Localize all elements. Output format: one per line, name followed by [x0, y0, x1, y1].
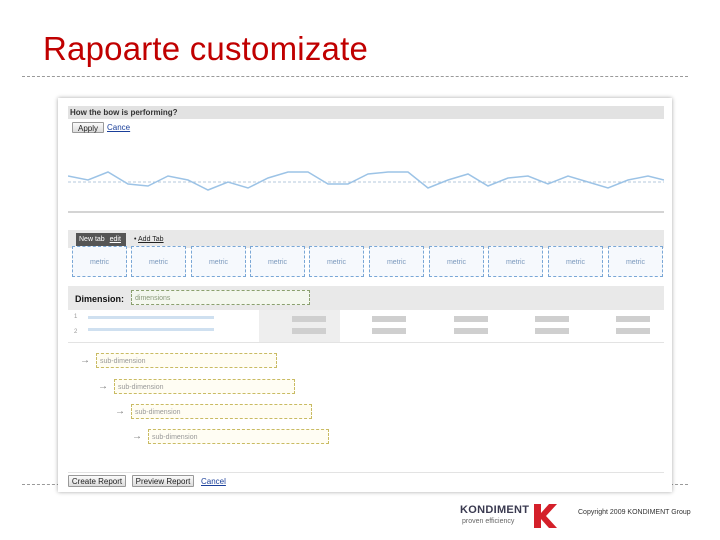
arrow-right-icon: → — [98, 381, 108, 392]
table-cell-placeholder — [616, 328, 650, 334]
table-cell-placeholder — [454, 316, 488, 322]
metric-drop-zone[interactable]: metric — [72, 246, 127, 277]
arrow-right-icon: → — [132, 431, 142, 442]
data-table: 1 2 — [68, 310, 664, 343]
arrow-right-icon: → — [115, 406, 125, 417]
tab-new-tab[interactable]: New tab edit — [76, 233, 126, 247]
table-cell-placeholder — [372, 328, 406, 334]
arrow-right-icon: → — [80, 355, 90, 366]
create-report-button[interactable]: Create Report — [68, 475, 126, 487]
report-question: How the bow is performing? — [68, 106, 664, 119]
preview-report-button[interactable]: Preview Report — [132, 475, 194, 487]
title-divider — [22, 76, 688, 77]
kondiment-k-icon — [534, 504, 557, 528]
table-cell-placeholder — [372, 316, 406, 322]
logo-tagline: proven efficiency — [462, 518, 515, 525]
table-cell-placeholder — [616, 316, 650, 322]
cancel-link-top[interactable]: Cance — [107, 122, 130, 133]
table-cell-placeholder — [454, 328, 488, 334]
add-tab-label: Add Tab — [138, 236, 164, 243]
add-tab-link[interactable]: • Add Tab — [134, 233, 164, 247]
apply-button[interactable]: Apply — [72, 122, 104, 133]
table-cell-placeholder — [535, 316, 569, 322]
sparkline-series — [68, 171, 664, 191]
sub-dimension-drop-zone[interactable]: sub-dimension — [96, 353, 277, 368]
metric-drop-zone[interactable]: metric — [131, 246, 186, 277]
tab-new-tab-label: New tab — [79, 236, 105, 243]
highlight-column — [259, 310, 340, 342]
tab-edit-link[interactable]: edit — [110, 236, 121, 243]
copyright-text: Copyright 2009 KONDIMENT Group — [578, 509, 691, 516]
row-number-2: 2 — [74, 329, 78, 335]
slide-title: Rapoarte customizate — [43, 30, 368, 67]
metric-drop-zone[interactable]: metric — [309, 246, 364, 277]
sub-dimension-drop-zone[interactable]: sub-dimension — [131, 404, 312, 419]
metric-drop-zone[interactable]: metric — [608, 246, 663, 277]
row-2-bar — [88, 328, 214, 331]
sparkline-chart — [68, 171, 664, 213]
dimension-drop-zone[interactable]: dimensions — [131, 290, 310, 305]
metric-drop-zone[interactable]: metric — [191, 246, 246, 277]
metric-drop-zone[interactable]: metric — [369, 246, 424, 277]
metric-drop-zone[interactable]: metric — [548, 246, 603, 277]
kondiment-logo: KONDIMENT proven efficiency — [460, 502, 560, 530]
dimension-label: Dimension: — [75, 294, 125, 304]
logo-wordmark: KONDIMENT — [460, 504, 530, 516]
table-cell-placeholder — [535, 328, 569, 334]
metric-drop-zone[interactable]: metric — [429, 246, 484, 277]
cancel-link[interactable]: Cancel — [201, 476, 226, 487]
row-1-bar — [88, 316, 214, 319]
row-number-1: 1 — [74, 314, 78, 320]
dimension-bar: Dimension: dimensions — [68, 286, 664, 310]
table-cell-placeholder — [292, 316, 326, 322]
metric-drop-zone[interactable]: metric — [488, 246, 543, 277]
bottom-actions: Create Report Preview Report Cancel — [68, 472, 664, 488]
table-cell-placeholder — [292, 328, 326, 334]
custom-report-editor: How the bow is performing? Apply Cance N… — [68, 106, 664, 488]
sub-dimension-drop-zone[interactable]: sub-dimension — [114, 379, 295, 394]
sub-dimension-drop-zone[interactable]: sub-dimension — [148, 429, 329, 444]
metric-drop-zone[interactable]: metric — [250, 246, 305, 277]
